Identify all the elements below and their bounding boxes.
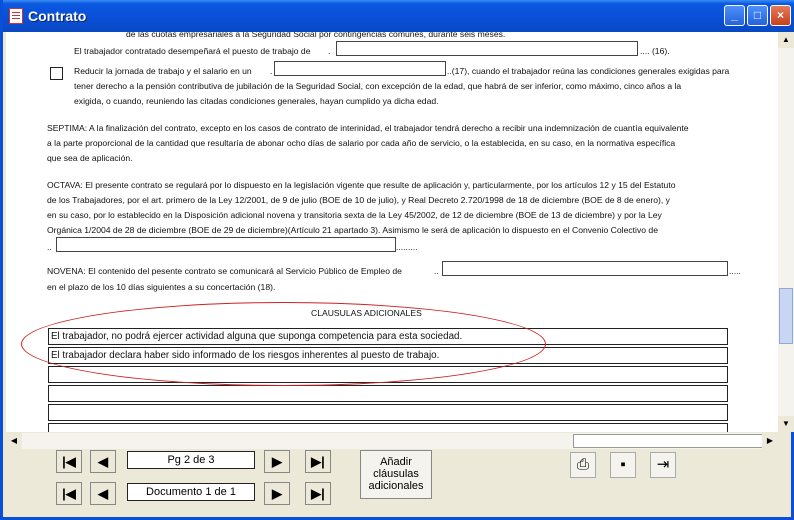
dot-leader: .: [328, 46, 331, 56]
maximize-button[interactable]: □: [747, 5, 768, 26]
save-icon[interactable]: ▪: [610, 452, 636, 478]
clausula-row-2[interactable]: El trabajador declara haber sido informa…: [48, 347, 728, 364]
puesto-label: El trabajador contratado desempeñará el …: [74, 46, 311, 56]
horizontal-scroll-thumb[interactable]: [573, 434, 763, 448]
clausula-row-5[interactable]: [48, 404, 728, 421]
vertical-scrollbar[interactable]: ▲ ▼: [778, 32, 794, 432]
septima-line-2: a la parte proporcional de la cantidad q…: [47, 138, 676, 148]
exit-icon[interactable]: ⇥: [650, 452, 676, 478]
clausulas-title: CLAUSULAS ADICIONALES: [311, 308, 422, 318]
puesto-field[interactable]: [336, 41, 638, 56]
document-icon: [9, 8, 23, 24]
horizontal-scrollbar[interactable]: ◀ ▶: [6, 433, 778, 449]
reducir-text-1b: ..(17), cuando el trabajador reúna las c…: [447, 66, 730, 76]
octava-line-2: de los Trabajadores, por el art. primero…: [47, 195, 670, 205]
octava-line-3: en su caso, por lo establecido en la Dis…: [47, 210, 662, 220]
novena-line-2: en el plazo de los 10 días siguientes a …: [47, 282, 276, 292]
reducir-text-3: exigida, o cuando, reuniendo las citadas…: [74, 96, 439, 106]
next-page-button[interactable]: ▶: [264, 450, 290, 473]
dot-leader: ..: [434, 266, 439, 276]
window-title: Contrato: [28, 8, 87, 24]
octava-line-5a: ..: [47, 242, 52, 252]
servicio-empleo-field[interactable]: [442, 261, 728, 276]
add-clauses-label-1: Añadir: [380, 456, 412, 468]
septima-line-3: que sea de aplicación.: [47, 153, 133, 163]
octava-line-5b: .........: [396, 242, 418, 252]
page-indicator: Pg 2 de 3: [127, 451, 255, 469]
scroll-right-arrow-icon[interactable]: ▶: [762, 433, 778, 449]
close-button[interactable]: ×: [770, 5, 791, 26]
octava-line-1: OCTAVA: El presente contrato se regulará…: [47, 180, 676, 190]
convenio-field[interactable]: [56, 237, 396, 252]
dot-leader: .: [270, 66, 273, 76]
contract-document: de las cuotas empresariales a la Segurid…: [6, 32, 778, 432]
title-bar[interactable]: Contrato _ □ ×: [3, 0, 794, 32]
scroll-left-arrow-icon[interactable]: ◀: [6, 433, 22, 449]
prev-document-button[interactable]: ◀: [90, 482, 116, 505]
reducir-text-1: Reducir la jornada de trabajo y el salar…: [74, 66, 252, 76]
last-page-button[interactable]: ▶|: [305, 450, 331, 473]
print-icon[interactable]: ⎙: [570, 452, 596, 478]
contrato-window: Contrato _ □ × de las cuotas empresarial…: [0, 0, 794, 520]
septima-line-1: SEPTIMA: A la finalización del contrato,…: [47, 123, 689, 133]
reducir-text-2: tener derecho a la pensión contributiva …: [74, 81, 682, 91]
scroll-down-arrow-icon[interactable]: ▼: [778, 416, 794, 432]
add-clauses-button[interactable]: Añadir cláusulas adicionales: [360, 450, 432, 499]
minimize-button[interactable]: _: [724, 5, 745, 26]
first-document-button[interactable]: |◀: [56, 482, 82, 505]
next-document-button[interactable]: ▶: [264, 482, 290, 505]
novena-line-1: NOVENA: El contenido del pesente contrat…: [47, 266, 402, 276]
add-clauses-label-3: adicionales: [368, 480, 424, 492]
clausula-row-3[interactable]: [48, 366, 728, 383]
first-page-button[interactable]: |◀: [56, 450, 82, 473]
vertical-scroll-thumb[interactable]: [779, 288, 793, 344]
add-clauses-label-2: cláusulas: [373, 468, 419, 480]
document-indicator: Documento 1 de 1: [127, 483, 255, 501]
reducir-jornada-checkbox[interactable]: [50, 67, 63, 80]
puesto-suffix: .... (16).: [640, 46, 670, 56]
reduccion-field[interactable]: [274, 61, 446, 76]
scroll-up-arrow-icon[interactable]: ▲: [778, 32, 794, 48]
last-document-button[interactable]: ▶|: [305, 482, 331, 505]
clausula-row-4[interactable]: [48, 385, 728, 402]
prev-page-button[interactable]: ◀: [90, 450, 116, 473]
clausula-row-6[interactable]: [48, 423, 728, 432]
octava-line-4: Orgánica 1/2004 de 28 de diciembre (BOE …: [47, 225, 658, 235]
clausula-row-1[interactable]: El trabajador, no podrá ejercer activida…: [48, 328, 728, 345]
novena-line-1b: .....: [729, 266, 741, 276]
